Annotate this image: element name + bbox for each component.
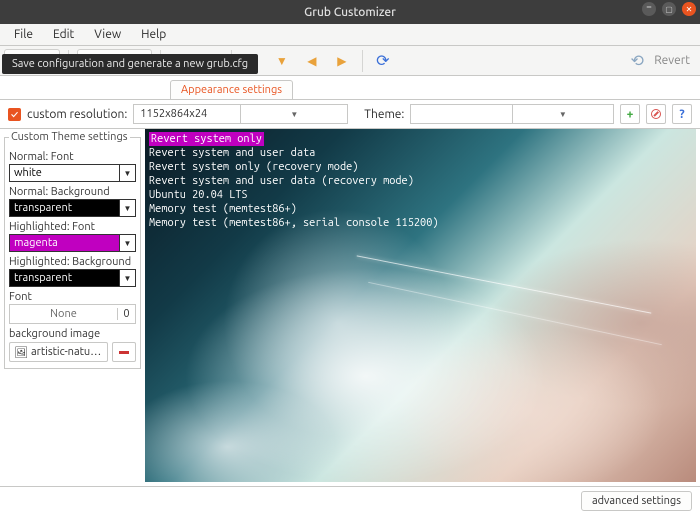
save-tooltip: Save configuration and generate a new gr… xyxy=(2,54,258,74)
resolution-value: 1152x864x24 xyxy=(134,108,240,120)
highlighted-font-color[interactable]: magenta ▼ xyxy=(9,234,136,252)
normal-font-label: Normal: Font xyxy=(9,151,136,163)
resolution-combo[interactable]: 1152x864x24 ▼ xyxy=(133,104,348,124)
menubar: File Edit View Help xyxy=(0,24,700,46)
normal-bg-label: Normal: Background xyxy=(9,186,136,198)
image-icon: 🖼 xyxy=(14,345,28,359)
theme-sidebar: Custom Theme settings Normal: Font white… xyxy=(0,129,145,486)
theme-combo[interactable]: ▼ xyxy=(410,104,614,124)
bg-image-file-button[interactable]: 🖼 artistic-natu… xyxy=(9,342,108,362)
move-down-button[interactable]: ▼ xyxy=(270,49,294,73)
chevron-down-icon: ▼ xyxy=(120,234,136,252)
font-label: Font xyxy=(9,291,136,303)
font-size-value: 0 xyxy=(117,308,135,320)
preview-entry: Revert system and user data xyxy=(149,146,692,160)
fieldset-legend: Custom Theme settings xyxy=(9,131,130,143)
resolution-row: custom resolution: 1152x864x24 ▼ Theme: … xyxy=(0,100,700,129)
normal-bg-color-value: transparent xyxy=(9,199,120,217)
chevron-down-icon: ▼ xyxy=(120,164,136,182)
minimize-button[interactable] xyxy=(642,2,656,16)
custom-theme-fieldset: Custom Theme settings Normal: Font white… xyxy=(4,131,141,369)
highlighted-font-label: Highlighted: Font xyxy=(9,221,136,233)
preview-highlighted-entry: Revert system only xyxy=(149,132,264,146)
preview-entry: Ubuntu 20.04 LTS xyxy=(149,188,692,202)
chevron-down-icon: ▼ xyxy=(120,269,136,287)
minus-icon xyxy=(119,351,129,354)
menu-help[interactable]: Help xyxy=(133,26,174,43)
bg-image-label: background image xyxy=(9,328,136,340)
normal-font-color-value: white xyxy=(9,164,120,182)
theme-help-button[interactable]: ? xyxy=(672,104,692,124)
chevron-down-icon: ▼ xyxy=(512,105,613,123)
custom-resolution-label: custom resolution: xyxy=(27,108,127,121)
maximize-button[interactable] xyxy=(662,2,676,16)
menu-file[interactable]: File xyxy=(6,26,41,43)
move-left-button[interactable]: ◀ xyxy=(300,49,324,73)
highlighted-font-color-value: magenta xyxy=(9,234,120,252)
preview-entry: Memory test (memtest86+) xyxy=(149,202,692,216)
tabs-row: Appearance settings xyxy=(0,76,700,100)
footer: advanced settings xyxy=(0,486,700,514)
tab-appearance[interactable]: Appearance settings xyxy=(170,80,293,99)
reload-button[interactable]: ⟳ xyxy=(371,49,395,73)
font-none-value: None xyxy=(10,308,117,320)
normal-bg-color[interactable]: transparent ▼ xyxy=(9,199,136,217)
close-button[interactable] xyxy=(682,2,696,16)
titlebar: Grub Customizer xyxy=(0,0,700,24)
custom-resolution-checkbox[interactable] xyxy=(8,108,21,121)
chevron-down-icon: ▼ xyxy=(240,105,347,123)
arrow-left-icon: ◀ xyxy=(305,54,319,68)
menu-view[interactable]: View xyxy=(86,26,129,43)
advanced-settings-button[interactable]: advanced settings xyxy=(581,491,692,511)
highlighted-bg-color[interactable]: transparent ▼ xyxy=(9,269,136,287)
chevron-down-icon: ▼ xyxy=(120,199,136,217)
theme-remove-button[interactable] xyxy=(646,104,666,124)
move-right-button[interactable]: ▶ xyxy=(330,49,354,73)
preview-entry: Memory test (memtest86+, serial console … xyxy=(149,216,692,230)
revert-label: Revert xyxy=(654,54,690,67)
arrow-down-icon: ▼ xyxy=(275,54,289,68)
revert-icon: ⟲ xyxy=(630,54,644,68)
theme-add-button[interactable]: + xyxy=(620,104,640,124)
theme-label: Theme: xyxy=(364,108,404,121)
highlighted-bg-color-value: transparent xyxy=(9,269,120,287)
window-title: Grub Customizer xyxy=(304,6,396,19)
revert-button[interactable]: Revert xyxy=(648,49,696,73)
preview-entry: Revert system and user data (recovery mo… xyxy=(149,174,692,188)
font-selector[interactable]: None 0 xyxy=(9,304,136,324)
refresh-icon: ⟳ xyxy=(376,54,390,68)
separator xyxy=(362,50,363,72)
normal-font-color[interactable]: white ▼ xyxy=(9,164,136,182)
bg-image-remove-button[interactable] xyxy=(112,342,136,362)
preview-entry: Revert system only (recovery mode) xyxy=(149,160,692,174)
boot-preview: Revert system only Revert system and use… xyxy=(145,129,696,482)
highlighted-bg-label: Highlighted: Background xyxy=(9,256,136,268)
menu-edit[interactable]: Edit xyxy=(45,26,82,43)
arrow-right-icon: ▶ xyxy=(335,54,349,68)
bg-image-filename: artistic-natu… xyxy=(31,346,101,358)
